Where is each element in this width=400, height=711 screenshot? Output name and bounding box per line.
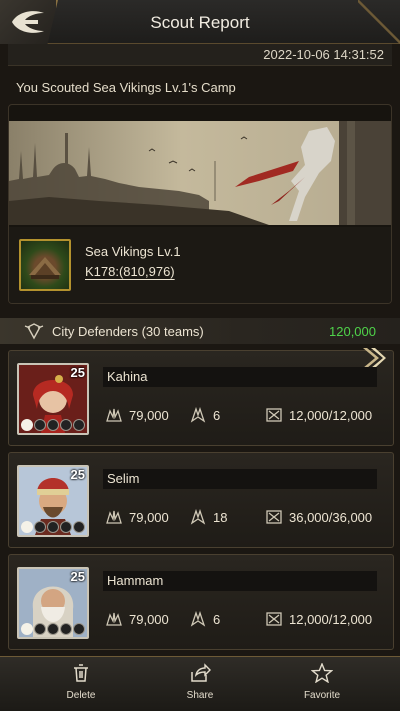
hero-name-bar: Kahina — [103, 367, 377, 387]
star-icon — [310, 662, 334, 684]
troops-icon — [106, 612, 122, 626]
skill-indicators — [21, 419, 85, 431]
target-name: Sea Vikings Lv.1 — [85, 244, 181, 259]
troop-count: 79,000 — [105, 407, 169, 423]
power-icon — [190, 407, 206, 423]
defenders-label: City Defenders (30 teams) — [52, 324, 204, 339]
hero-name-bar: Selim — [103, 469, 377, 489]
troop-count-value: 79,000 — [129, 611, 169, 627]
target-coordinates-link[interactable]: K178:(810,976) — [85, 264, 175, 279]
troop-power: 18 — [189, 509, 227, 525]
troop-card[interactable]: 25 Selim 79,000 18 36,000/36,000 — [8, 452, 394, 548]
share-button[interactable]: Share — [160, 663, 240, 701]
city-defenders-header: City Defenders (30 teams) 120,000 — [0, 318, 400, 344]
troop-power-value: 18 — [213, 509, 228, 525]
troop-card[interactable]: 25 Hammam 79,000 6 12,000/12,000 — [8, 554, 394, 650]
health-icon — [266, 612, 282, 626]
hero-name-bar: Hammam — [103, 571, 377, 591]
target-panel: Sea Vikings Lv.1 K178:(810,976) — [8, 104, 392, 304]
troop-power-value: 6 — [213, 407, 221, 423]
skill-indicators — [21, 521, 85, 533]
hero-name: Selim — [107, 471, 140, 486]
share-icon — [191, 663, 211, 682]
health-icon — [266, 408, 282, 422]
delete-label: Delete — [66, 690, 96, 701]
favorite-button[interactable]: Favorite — [282, 662, 362, 701]
hero-portrait[interactable]: 25 — [17, 567, 89, 639]
troop-power-value: 6 — [213, 611, 221, 627]
troop-health-value: 12,000/12,000 — [289, 611, 373, 627]
troop-count: 79,000 — [105, 611, 169, 627]
scout-message: You Scouted Sea Vikings Lv.1's Camp — [16, 80, 236, 95]
troops-icon — [106, 510, 122, 524]
favorite-label: Favorite — [303, 690, 341, 701]
report-timestamp: 2022-10-06 14:31:52 — [263, 47, 384, 62]
hero-level: 25 — [70, 365, 85, 380]
hero-name: Kahina — [107, 369, 148, 384]
skill-indicators — [21, 623, 85, 635]
bottom-toolbar: Delete Share Favorite — [0, 656, 400, 711]
troops-icon — [106, 408, 122, 422]
troop-health-value: 12,000/12,000 — [289, 407, 373, 423]
shield-wings-icon — [24, 323, 44, 340]
hero-level: 25 — [70, 467, 85, 482]
troop-power: 6 — [189, 611, 220, 627]
date-bar: 2022-10-06 14:31:52 — [8, 44, 392, 66]
hero-portrait[interactable]: 25 — [17, 465, 89, 537]
troop-power: 6 — [189, 407, 220, 423]
health-icon — [266, 510, 282, 524]
troop-health: 12,000/12,000 — [265, 407, 372, 423]
troop-count-value: 79,000 — [129, 509, 169, 525]
troop-card[interactable]: 25 Kahina 79,000 6 12,000/12,000 — [8, 348, 394, 446]
hero-portrait[interactable]: 25 — [17, 363, 89, 435]
power-icon — [190, 611, 206, 627]
troop-count: 79,000 — [105, 509, 169, 525]
troop-count-value: 79,000 — [129, 407, 169, 423]
share-label: Share — [186, 690, 214, 701]
hero-name: Hammam — [107, 573, 164, 588]
delete-button[interactable]: Delete — [41, 663, 121, 701]
camp-thumbnail[interactable] — [19, 239, 71, 291]
scout-banner-image — [9, 121, 391, 225]
hero-level: 25 — [70, 569, 85, 584]
target-info-row: Sea Vikings Lv.1 K178:(810,976) — [9, 227, 391, 303]
troop-health: 36,000/36,000 — [265, 509, 372, 525]
defenders-power: 120,000 — [329, 324, 376, 339]
header-bar: Scout Report — [0, 0, 400, 44]
troop-health: 12,000/12,000 — [265, 611, 372, 627]
trash-icon — [74, 664, 88, 682]
header-decoration — [358, 0, 400, 44]
page-title: Scout Report — [150, 13, 250, 32]
power-icon — [190, 509, 206, 525]
troop-health-value: 36,000/36,000 — [289, 509, 373, 525]
